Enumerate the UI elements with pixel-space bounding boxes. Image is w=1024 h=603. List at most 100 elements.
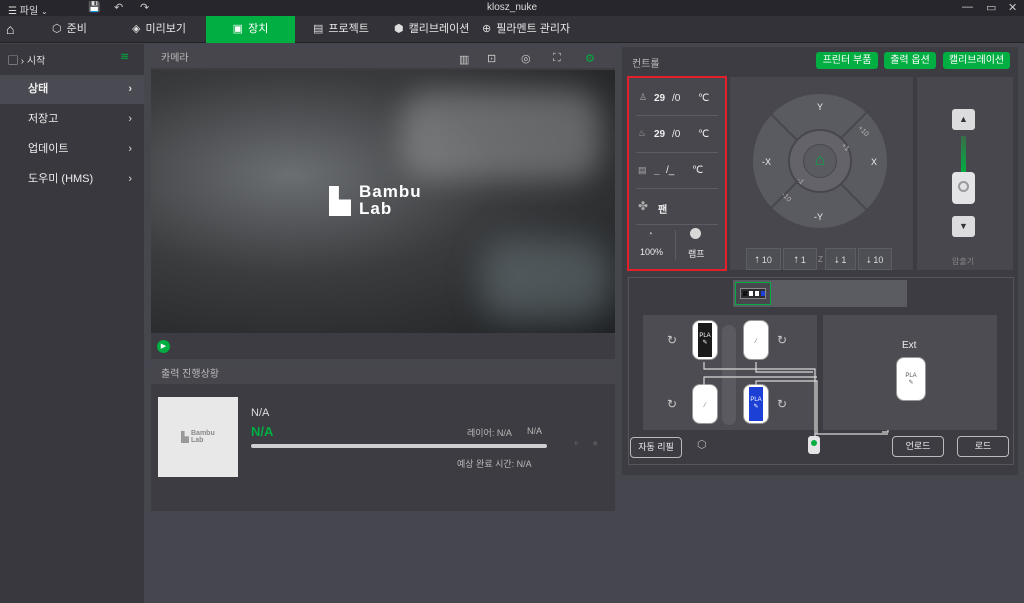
home-icon[interactable]: ⌂: [6, 16, 14, 43]
thumb-logo-line-1: Bambu: [191, 430, 215, 437]
z-down-10-button[interactable]: ⭣ 10: [858, 248, 892, 270]
maximize-icon[interactable]: ▭: [986, 1, 996, 14]
jog-step-big-sw[interactable]: -10: [780, 191, 792, 203]
sidebar-item-update[interactable]: 업데이트 ›: [0, 135, 144, 164]
tab-preview[interactable]: ◈ 미리보기: [132, 16, 186, 43]
layers-icon: ◈: [132, 23, 141, 35]
sidebar-item-status[interactable]: 상태 ›: [0, 75, 144, 104]
fan-label[interactable]: 팬: [658, 201, 667, 216]
load-button[interactable]: 로드: [957, 436, 1009, 457]
extruder-down-button[interactable]: ▼: [952, 216, 975, 237]
tab-calibration-label: 캘리브레이션: [408, 23, 470, 35]
fullscreen-icon[interactable]: ⛶: [553, 52, 561, 65]
play-icon[interactable]: ▶: [157, 340, 170, 353]
arrow-down-icon: ⭣: [834, 255, 839, 265]
tab-device[interactable]: ▣ 장치: [206, 16, 295, 43]
bambu-logo: Bambu Lab: [329, 182, 449, 224]
calibration-icon: ⬢: [394, 23, 404, 35]
speed-value[interactable]: 100%: [640, 247, 663, 257]
arrow-up-icon: ⭡: [794, 255, 799, 265]
sidebar-item-label: 업데이트: [28, 143, 69, 155]
nozzle-icon: ♙: [639, 92, 648, 102]
printer-name: 시작: [26, 56, 46, 67]
printer-parts-button[interactable]: 프린터 부품: [816, 52, 878, 69]
jog-right-label[interactable]: X: [871, 157, 877, 167]
timelapse-icon[interactable]: ◎: [521, 52, 531, 65]
lamp-label[interactable]: 램프: [688, 247, 705, 260]
progress-header: 출력 진행상황: [151, 366, 615, 384]
tab-calibration[interactable]: ⬢ 캘리브레이션: [394, 16, 469, 43]
jog-step-big-ne[interactable]: +10: [856, 125, 869, 138]
sidebar-item-label: 도우미 (HMS): [28, 173, 94, 185]
print-status: N/A: [251, 424, 274, 439]
home-icon: ⌂: [815, 152, 825, 169]
calibration-button[interactable]: 캘리브레이션: [943, 52, 1010, 69]
file-name: N/A: [251, 407, 270, 419]
temp-divider: [636, 188, 718, 189]
camera-settings-icon[interactable]: ⚙: [585, 52, 595, 65]
spool-color: PLA ✎: [903, 361, 919, 397]
title-bar: ☰ 파일 ⌄ 💾 ↶ ↷ klosz_nuke — ▭ ✕: [0, 0, 1024, 17]
extruder-track: [961, 136, 966, 172]
chamber-temp: _: [654, 165, 660, 176]
camera-view: Bambu Lab: [151, 70, 615, 333]
lamp-icon[interactable]: [690, 228, 701, 239]
project-icon: ▤: [313, 23, 324, 35]
device-icon: ▣: [232, 23, 244, 35]
temp-divider: [636, 115, 718, 116]
thumb-logo-line-2: Lab: [191, 437, 204, 444]
close-icon[interactable]: ✕: [1008, 1, 1017, 14]
fan-icon[interactable]: ✤: [638, 199, 648, 213]
auto-refill-button[interactable]: 자동 리필: [630, 437, 682, 458]
jog-up-label[interactable]: Y: [817, 102, 823, 112]
control-title: 컨트롤: [632, 59, 660, 70]
minimize-icon[interactable]: —: [962, 1, 973, 13]
record-icon[interactable]: ⊡: [487, 52, 496, 65]
camera-header: 카메라: [151, 50, 615, 68]
chamber-target[interactable]: /_: [666, 165, 674, 176]
window-title: klosz_nuke: [486, 2, 538, 13]
sidebar-item-storage[interactable]: 저장고 ›: [0, 105, 144, 134]
camera-blur-shadow: [481, 240, 611, 320]
z-up-10-button[interactable]: ⭡ 10: [746, 248, 781, 270]
progress-title: 출력 진행상황: [161, 369, 219, 380]
z-down-1-button[interactable]: ⭣ 1: [825, 248, 856, 270]
sd-card-icon[interactable]: ▥: [459, 53, 469, 66]
print-progress-panel: 출력 진행상황 Bambu Lab N/A N/A 레이어: N/A N/A ⏸…: [151, 366, 615, 511]
speed-lamp-divider: [675, 230, 676, 260]
ams-settings-icon[interactable]: ⬡: [697, 438, 707, 451]
triangle-down-icon: ▼: [959, 221, 968, 231]
arrow-down-icon: ⭣: [866, 255, 871, 265]
camera-title: 카메라: [161, 53, 189, 64]
bed-icon: ♨: [638, 128, 647, 138]
stop-icon[interactable]: ⏹: [593, 438, 598, 449]
nozzle-target[interactable]: /0: [672, 93, 680, 104]
external-spool[interactable]: PLA ✎: [896, 357, 926, 401]
jog-home-button[interactable]: ⌂: [803, 144, 837, 178]
arrow-up-icon: ⭡: [755, 255, 760, 265]
eta-label: 예상 완료 시간: N/A: [457, 459, 532, 469]
bed-unit: ℃: [698, 129, 710, 140]
extruder-led: [811, 440, 817, 446]
jog-down-label[interactable]: -Y: [814, 212, 823, 222]
nozzle-unit: ℃: [698, 93, 710, 104]
speed-icon[interactable]: ◔: [647, 229, 653, 240]
jog-pad[interactable]: ⌂ Y -Y -X X +10 +1 -1 -10: [751, 92, 889, 230]
tab-project[interactable]: ▤ 프로젝트: [313, 16, 369, 43]
print-options-button[interactable]: 출력 옵션: [884, 52, 936, 69]
tab-device-label: 장치: [248, 23, 269, 35]
extruder-up-button[interactable]: ▲: [952, 109, 975, 130]
jog-left-label[interactable]: -X: [762, 157, 771, 167]
camera-blur-highlight: [401, 90, 601, 180]
z-up-1-button[interactable]: ⭡ 1: [783, 248, 817, 270]
temp-divider: [636, 152, 718, 153]
unload-button[interactable]: 언로드: [892, 436, 944, 457]
printer-selector[interactable]: ▢ › 시작: [8, 52, 45, 67]
tab-filament-manager[interactable]: ⊕ 필라멘트 관리자: [482, 16, 570, 43]
tab-prepare[interactable]: ⬡ 준비: [52, 16, 87, 43]
pause-icon[interactable]: ⏸: [574, 438, 579, 449]
z-step-label: 10: [873, 255, 884, 265]
bed-target[interactable]: /0: [672, 129, 680, 140]
chevron-right-icon: ›: [128, 113, 132, 125]
sidebar-item-hms[interactable]: 도우미 (HMS) ›: [0, 165, 144, 194]
